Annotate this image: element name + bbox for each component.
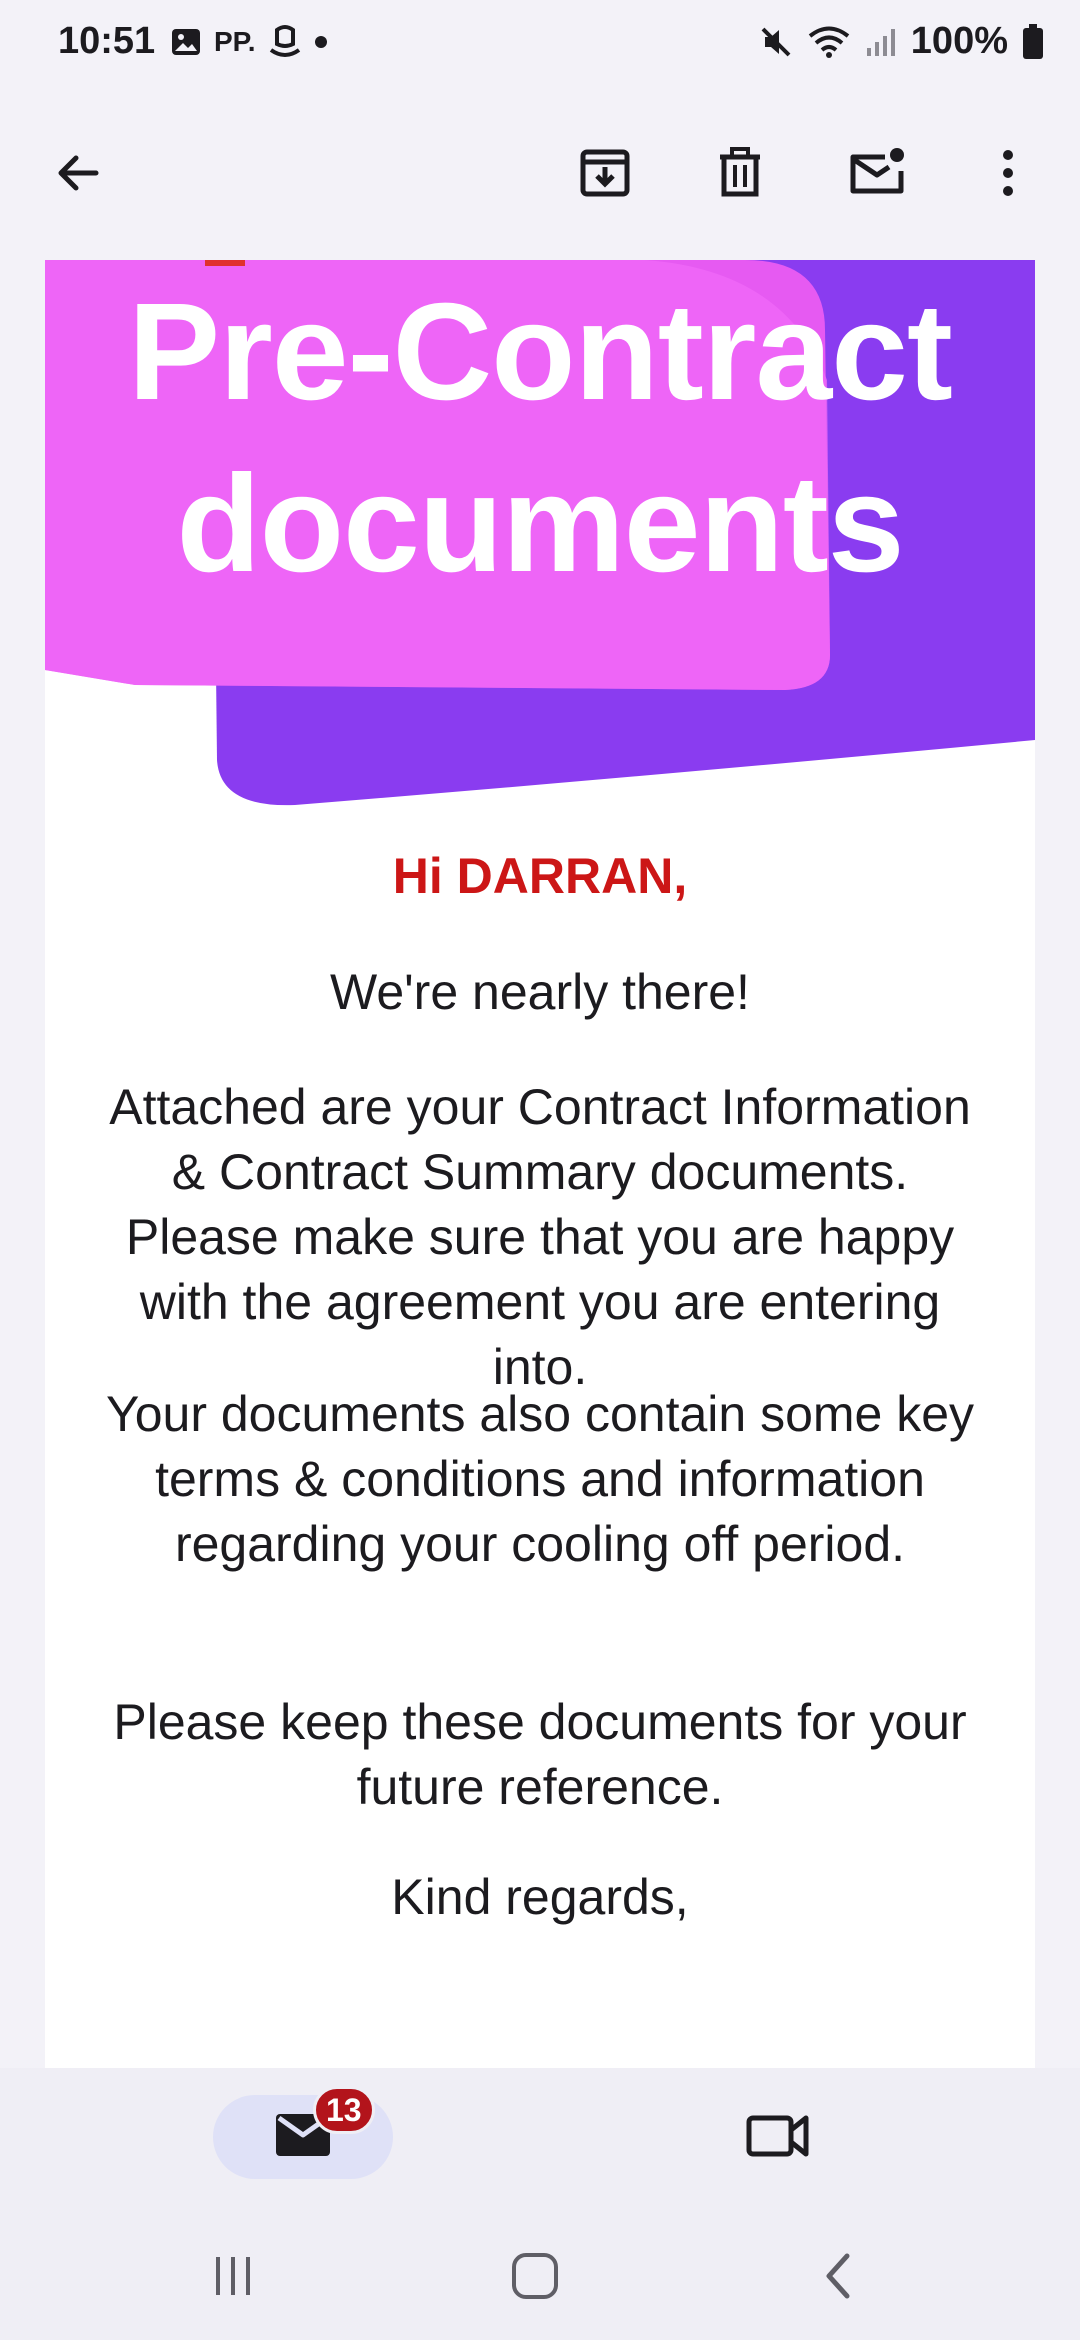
nav-meet-button[interactable] <box>736 2095 820 2179</box>
email-content-scroll[interactable]: Pre-Contract documents Hi DARRAN, We're … <box>0 260 1080 2068</box>
email-top-app-bar <box>0 90 1080 260</box>
home-icon <box>510 2251 560 2306</box>
status-system-icons: 100% <box>759 20 1044 63</box>
back-icon <box>817 2251 857 2306</box>
email-greeting: Hi DARRAN, <box>392 848 688 904</box>
recents-icon <box>210 2253 256 2304</box>
mark-unread-icon <box>847 145 907 206</box>
status-notification-icons: PP. <box>170 24 328 60</box>
mark-unread-button[interactable] <box>837 135 917 215</box>
wifi-icon <box>807 25 851 59</box>
home-button[interactable] <box>495 2238 575 2318</box>
bottom-navigation: 13 <box>0 2068 1080 2218</box>
email-paragraph-2: Attached are your Contract Information &… <box>109 1079 971 1395</box>
archive-button[interactable] <box>565 135 645 215</box>
status-bar: 10:51 PP. 100% <box>0 0 1080 90</box>
battery-percent: 100% <box>910 20 1008 62</box>
recents-button[interactable] <box>193 2238 273 2318</box>
email-paragraph-3: Your documents also contain some key ter… <box>105 1386 975 1572</box>
archive-icon <box>577 145 633 206</box>
email-sign-off: Kind regards, <box>391 1869 689 1925</box>
pp-notification-label: PP. <box>214 26 256 57</box>
signal-icon <box>865 26 897 58</box>
delete-icon <box>712 145 768 206</box>
delete-button[interactable] <box>700 135 780 215</box>
back-button[interactable] <box>38 135 118 215</box>
mute-icon <box>759 25 793 59</box>
dot-icon <box>314 35 328 49</box>
email-body: Pre-Contract documents Hi DARRAN, We're … <box>45 260 1035 2068</box>
banner-title: Pre-Contract documents <box>45 266 1035 610</box>
more-options-button[interactable] <box>968 135 1048 215</box>
system-back-button[interactable] <box>797 2238 877 2318</box>
battery-icon <box>1022 23 1044 60</box>
banner-title-line1: Pre-Contract <box>128 275 953 429</box>
email-paragraph-1: We're nearly there! <box>330 964 750 1020</box>
status-time: 10:51 <box>58 20 156 62</box>
gallery-icon <box>170 26 202 58</box>
mail-unread-badge: 13 <box>313 2086 375 2134</box>
back-arrow-icon <box>52 147 104 204</box>
amazon-icon <box>268 24 302 60</box>
email-paragraph-4: Please keep these documents for your fut… <box>113 1694 967 1815</box>
system-navigation-bar <box>0 2218 1080 2340</box>
banner-title-line2: documents <box>176 447 904 601</box>
email-banner: Pre-Contract documents <box>45 260 1035 820</box>
more-options-icon <box>998 145 1018 206</box>
meet-video-icon <box>746 2110 810 2165</box>
